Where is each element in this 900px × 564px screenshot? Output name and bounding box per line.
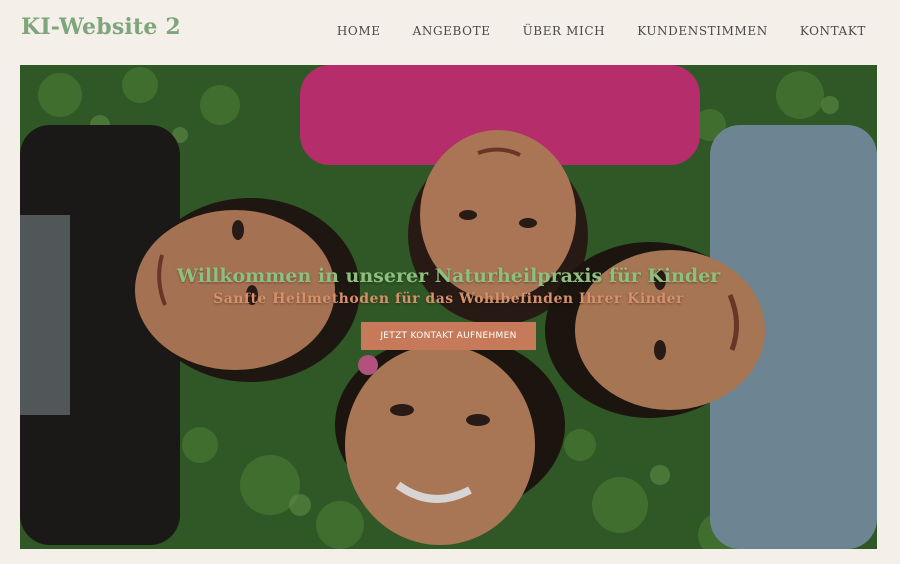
hero-overlay <box>20 65 877 549</box>
nav-item-ueber-mich[interactable]: ÜBER MICH <box>523 24 606 38</box>
contact-cta-button[interactable]: JETZT KONTAKT AUFNEHMEN <box>361 322 536 350</box>
nav-item-kundenstimmen[interactable]: KUNDENSTIMMEN <box>637 24 768 38</box>
nav-item-kontakt[interactable]: KONTAKT <box>800 24 866 38</box>
nav-item-home[interactable]: HOME <box>337 24 381 38</box>
hero-title: Willkommen in unserer Naturheilpraxis fü… <box>176 265 721 287</box>
nav-item-angebote[interactable]: ANGEBOTE <box>413 24 491 38</box>
hero-section: Willkommen in unserer Naturheilpraxis fü… <box>20 65 877 549</box>
hero-subtitle: Sanfte Heilmethoden für das Wohlbefinden… <box>213 291 684 307</box>
site-logo[interactable]: KI-Website 2 <box>21 14 181 40</box>
main-nav: HOME ANGEBOTE ÜBER MICH KUNDENSTIMMEN KO… <box>337 24 866 38</box>
site-header: KI-Website 2 HOME ANGEBOTE ÜBER MICH KUN… <box>0 0 900 64</box>
